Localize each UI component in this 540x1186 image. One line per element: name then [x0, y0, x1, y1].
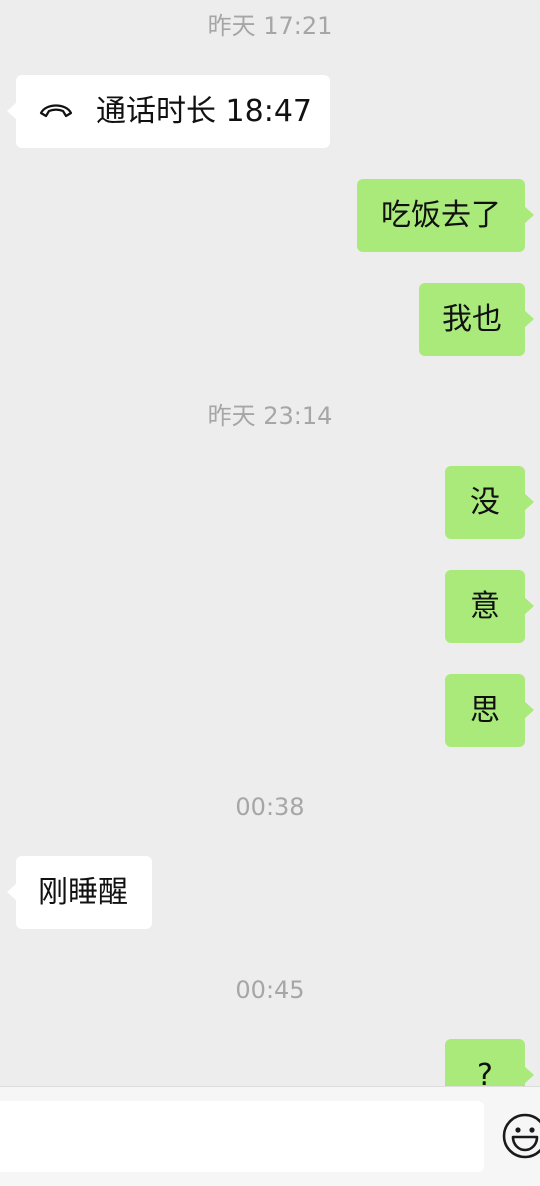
message-text: 意: [470, 589, 500, 624]
timestamp: 00:45: [235, 976, 305, 1004]
outgoing-message-bubble[interactable]: 吃饭去了: [357, 179, 534, 252]
message-text: 我也: [442, 302, 502, 337]
incoming-message-bubble[interactable]: 刚睡醒: [7, 856, 152, 929]
smiley-face-icon[interactable]: [500, 1111, 540, 1161]
input-bar: [0, 1086, 540, 1186]
timestamp: 00:38: [235, 793, 305, 821]
message-text: 没: [470, 485, 500, 520]
incoming-call-record-bubble[interactable]: 通话时长 18:47: [7, 75, 330, 148]
message-input[interactable]: [0, 1101, 484, 1172]
outgoing-message-bubble[interactable]: ?: [445, 1039, 534, 1086]
phone-hangup-icon: [39, 103, 73, 117]
message-text: ?: [477, 1058, 493, 1086]
timestamp: 昨天 17:21: [207, 12, 333, 40]
call-duration-text: 通话时长 18:47: [96, 94, 312, 129]
outgoing-message-bubble[interactable]: 思: [445, 674, 534, 747]
outgoing-message-bubble[interactable]: 没: [445, 466, 534, 539]
message-text: 思: [470, 693, 500, 728]
outgoing-message-bubble[interactable]: 我也: [419, 283, 534, 356]
timestamp: 昨天 23:14: [207, 402, 333, 430]
chat-message-list[interactable]: 昨天 17:21 通话时长 18:47 吃饭去了 我也 昨天 23:14 没 意…: [0, 0, 540, 1086]
message-text: 吃饭去了: [381, 198, 501, 233]
message-text: 刚睡醒: [38, 875, 128, 910]
outgoing-message-bubble[interactable]: 意: [445, 570, 534, 643]
